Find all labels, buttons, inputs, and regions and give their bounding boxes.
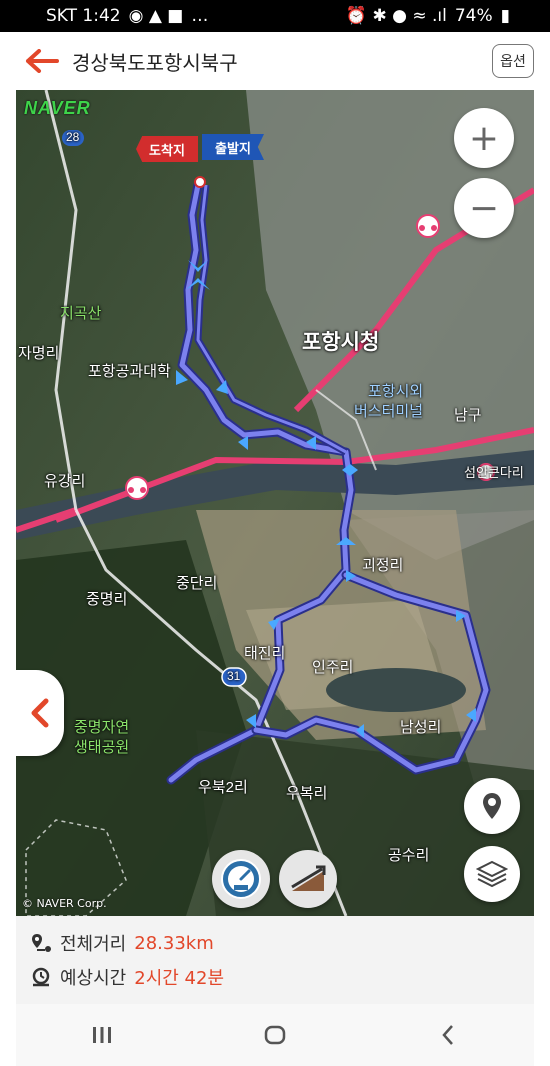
estimated-time-row: 예상시간 2시간 42분 [16,960,534,994]
map-label-terminal-1: 포항시외 [368,383,424,400]
side-panel-toggle[interactable] [16,670,64,756]
map-label-ubukri: 우복리 [286,785,328,802]
battery-percent: 74% [454,6,493,26]
minus-icon: − [468,187,500,229]
speedometer-button[interactable] [212,850,270,908]
system-nav-bar [16,1004,534,1066]
map-label-terminal-2: 버스터미널 [354,403,424,420]
status-bar: SKT 1:42 ◉ ▲ ■ … ⏰ ✱ ● ≈ .ıl 74% ▮ [0,0,550,32]
map-label-city-hall: 포항시청 [302,331,380,354]
estimated-time-label: 예상시간 [60,968,127,989]
chevron-left-icon [441,1025,453,1045]
map-label-goejeongri: 괴정리 [362,557,404,574]
naver-logo: NAVER [24,98,91,118]
zoom-in-button[interactable]: + [454,108,514,168]
origin-flag[interactable]: 출발지 [202,134,264,160]
clock-icon [32,967,50,987]
notification-icons: ◉ ▲ ■ [128,6,184,26]
map-label-namgu: 남구 [454,407,482,424]
destination-flag[interactable]: 도착지 [136,136,198,162]
map-label-inju: 인주리 [312,659,354,676]
map-label-jungdanri: 중단리 [176,575,218,592]
home-button[interactable] [245,1015,305,1055]
app-bar: 경상북도포항시북구 옵션 [0,32,550,90]
map-view[interactable]: NAVER 28 31 도착지 출발지 포항시청 포항시외 버스터미널 남구 지… [16,90,534,916]
recent-apps-icon [93,1027,112,1043]
status-carrier-time: SKT 1:42 [46,6,121,26]
more-notifications: … [191,6,209,26]
map-label-postech: 포항공과대학 [88,363,171,380]
page-title: 경상북도포항시북구 [72,50,238,75]
location-button[interactable] [464,778,520,834]
estimated-time-value: 2시간 42분 [134,968,225,989]
system-icons: ⏰ ✱ ● ≈ .ıl [345,6,447,26]
back-arrow-icon [26,49,59,73]
map-label-jigoksan: 지곡산 [60,305,102,322]
recent-apps-button[interactable] [72,1015,132,1055]
map-label-yugangri: 유강리 [44,473,86,490]
map-pin-icon [483,793,501,819]
layers-icon [476,860,508,888]
map-label-park-2: 생태공원 [74,739,130,756]
layers-button[interactable] [464,846,520,902]
elevation-button[interactable] [279,850,337,908]
road-31-label: 31 [227,669,241,683]
map-label-jamyeongri: 자명리 [18,345,60,362]
map-copyright: © NAVER Corp. [22,897,107,910]
map-label-jungmyeongri: 중명리 [86,591,128,608]
route-info-panel: 전체거리 28.33km 예상시간 2시간 42분 [16,916,534,1004]
system-back-button[interactable] [418,1015,478,1055]
road-28-label: 28 [66,130,80,144]
back-button[interactable] [22,41,62,81]
total-distance-value: 28.33km [134,932,214,954]
map-label-taejinri: 태진리 [244,645,286,662]
zoom-out-button[interactable]: − [454,178,514,238]
options-button[interactable]: 옵션 [492,44,534,78]
map-label-gongsuri: 공수리 [388,847,430,864]
speedometer-icon [221,859,261,899]
map-label-park-1: 중명자연 [74,719,130,736]
battery-icon: ▮ [500,6,510,26]
map-label-seoman-bridge: 섬안큰다리 [464,465,524,480]
map-label-ubuk2ri: 우북2리 [198,779,248,796]
home-icon [264,1025,286,1045]
total-distance-row: 전체거리 28.33km [16,926,534,960]
plus-icon: + [468,117,500,159]
chevron-left-icon [31,698,49,728]
route-distance-icon [32,934,51,952]
map-label-namseongri: 남성리 [400,719,442,736]
elevation-chart-icon [291,865,326,891]
total-distance-label: 전체거리 [60,934,127,955]
